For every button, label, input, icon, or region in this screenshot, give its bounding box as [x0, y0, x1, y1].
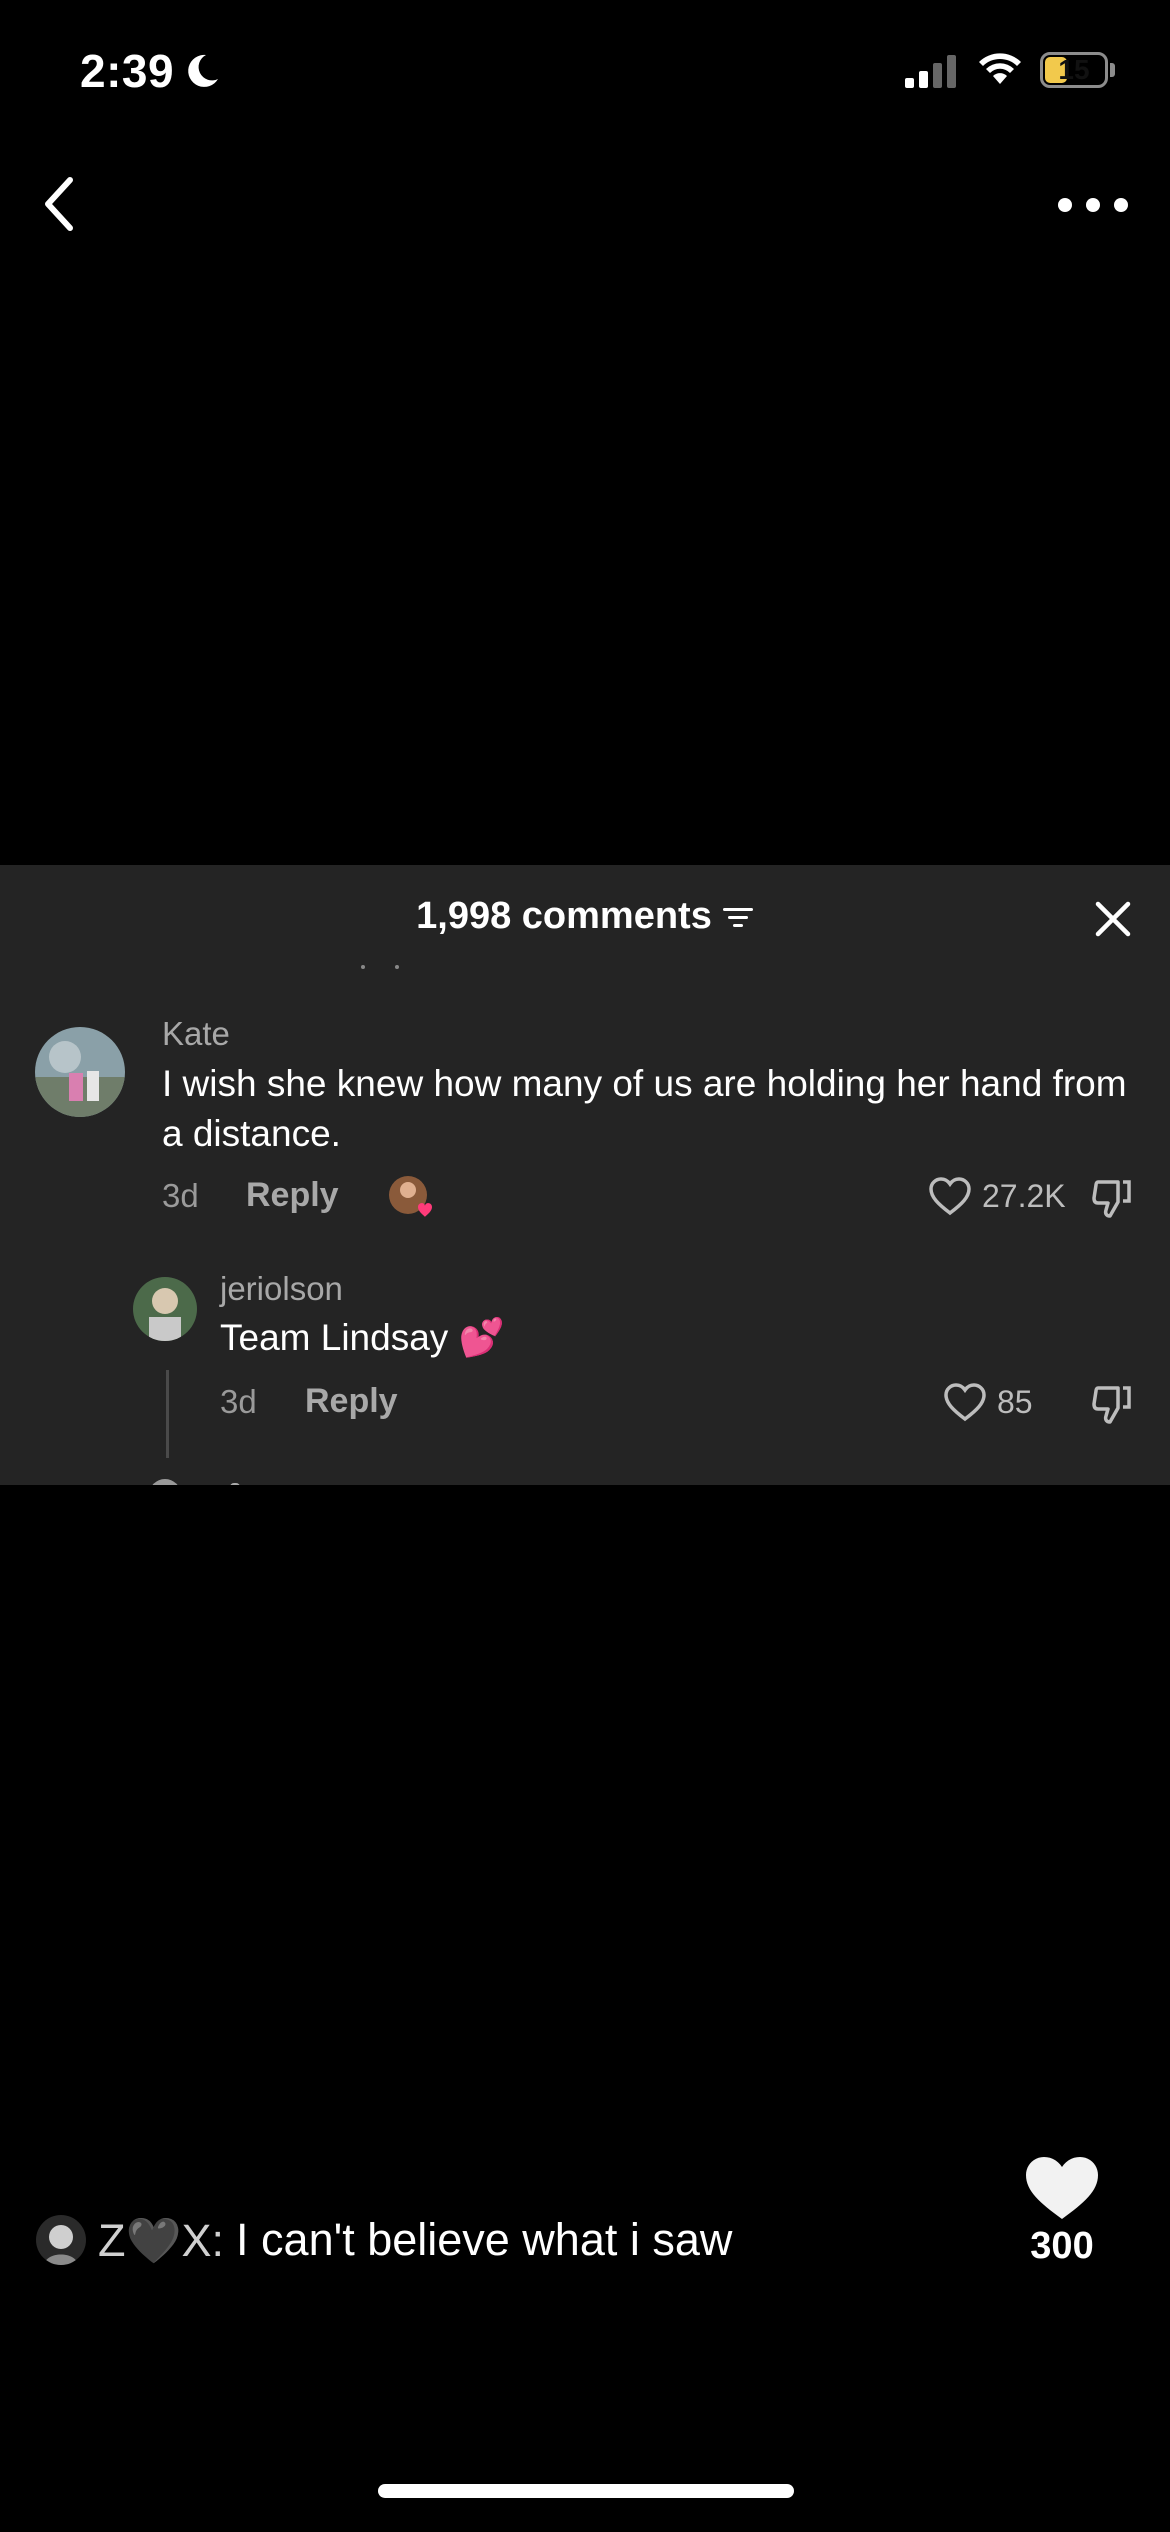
comment-username[interactable]: Kate	[162, 1015, 230, 1053]
dislike-icon[interactable]	[1090, 1382, 1134, 1426]
like-button[interactable]: 27.2K	[928, 1176, 1066, 1216]
comments-header: 1,998 comments	[0, 865, 1170, 965]
video-caption: Z🖤X: I can't believe what i saw	[36, 2210, 732, 2270]
heart-outline-icon	[929, 1177, 971, 1216]
heart-outline-icon	[944, 1383, 986, 1422]
caption-text: I can't believe what i saw	[236, 2214, 733, 2265]
ellipsis-icon	[1058, 198, 1072, 212]
dislike-icon[interactable]	[1090, 1176, 1134, 1220]
filter-icon[interactable]	[722, 905, 754, 931]
creator-liked-avatar	[388, 1175, 432, 1219]
like-count: 85	[997, 1383, 1033, 1420]
moon-icon	[188, 54, 219, 87]
comment-age: 3d	[220, 1383, 257, 1420]
reply-button[interactable]: Reply	[246, 1176, 339, 1215]
comment-text: I wish she knew how many of us are holdi…	[162, 1063, 1127, 1154]
avatar[interactable]	[35, 1027, 125, 1117]
battery-level: 15	[1058, 54, 1090, 85]
like-button[interactable]: 85	[943, 1382, 1033, 1422]
thread-line	[166, 1370, 169, 1458]
like-count: 27.2K	[982, 1177, 1066, 1214]
status-bar: 2:39 15	[0, 0, 1170, 150]
comment-age: 3d	[162, 1177, 199, 1214]
screen: 2:39 15 1,998 comments Kate I wish she k…	[0, 0, 1170, 2532]
battery-cap	[1110, 63, 1115, 77]
reply-button[interactable]: Reply	[305, 1382, 398, 1421]
comment-username[interactable]: jeriolson	[220, 1270, 343, 1308]
comment-text: Team Lindsay 💕	[220, 1317, 505, 1358]
caption-username[interactable]: Z🖤X:	[98, 2214, 224, 2267]
battery-icon: 15	[1040, 52, 1108, 88]
home-indicator[interactable]	[378, 2484, 794, 2498]
comments-panel: 1,998 comments Kate I wish she knew how …	[0, 865, 1170, 1485]
wifi-icon	[979, 53, 1021, 84]
heart-icon[interactable]	[1024, 2155, 1100, 2221]
more-options-button[interactable]	[1058, 190, 1128, 220]
partial-comment-row	[152, 1479, 240, 1485]
scrolled-content-fragment	[355, 965, 405, 975]
cellular-signal-icon	[905, 54, 956, 88]
like-count: 300	[1030, 2225, 1094, 2267]
comments-count-label: 1,998 comments	[416, 895, 712, 937]
time-label: 2:39	[80, 45, 175, 97]
avatar[interactable]	[36, 2215, 86, 2265]
close-icon[interactable]	[1092, 898, 1134, 940]
status-time: 2:39	[80, 44, 222, 98]
back-button[interactable]	[36, 172, 84, 236]
avatar[interactable]	[133, 1277, 197, 1341]
comments-title: 1,998 comments	[0, 895, 1170, 938]
